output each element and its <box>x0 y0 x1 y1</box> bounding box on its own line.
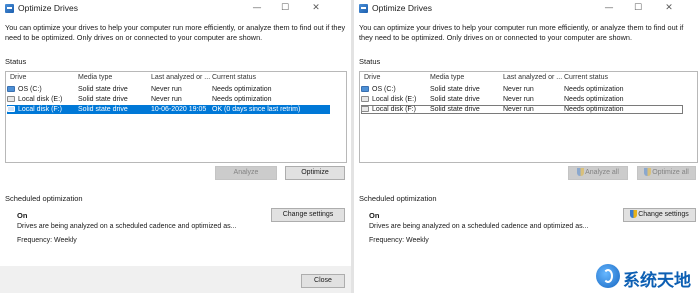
column-header-last-analyzed[interactable]: Last analyzed or ... <box>503 74 562 81</box>
media-type: Solid state drive <box>78 86 128 93</box>
drive-icon <box>361 106 369 112</box>
shield-icon <box>630 210 638 218</box>
optimize-button[interactable]: Optimize <box>285 166 345 180</box>
drive-name: Local disk (F:) <box>18 106 62 113</box>
drive-icon <box>7 96 15 102</box>
watermark-logo-icon <box>596 264 620 288</box>
maximize-button[interactable]: ☐ <box>272 1 298 15</box>
last-analyzed: 10-06-2020 19:05 <box>151 106 207 113</box>
analyze-all-button[interactable]: Analyze all <box>568 166 628 180</box>
column-header-current-status[interactable]: Current status <box>564 74 608 81</box>
description-text: You can optimize your drives to help you… <box>5 23 346 42</box>
current-status: Needs optimization <box>564 96 624 103</box>
drive-icon <box>7 106 15 112</box>
schedule-state: On <box>369 211 380 220</box>
change-settings-button[interactable]: Change settings <box>623 208 696 222</box>
drives-list-header: Drive Media type Last analyzed or ... Cu… <box>6 72 346 83</box>
site-watermark: 系统天地 <box>596 262 696 291</box>
analyze-all-label: Analyze all <box>585 169 619 176</box>
schedule-state: On <box>17 211 28 220</box>
drives-list-header: Drive Media type Last analyzed or ... Cu… <box>360 72 697 83</box>
minimize-button[interactable]: — <box>244 1 270 15</box>
frequency-text: Frequency: Weekly <box>17 237 77 244</box>
column-header-drive[interactable]: Drive <box>10 74 26 81</box>
close-window-button[interactable]: ✕ <box>303 1 329 15</box>
last-analyzed: Never run <box>151 96 182 103</box>
title-bar: Optimize Drives — ☐ ✕ <box>0 0 351 18</box>
change-settings-button[interactable]: Change settings <box>271 208 345 222</box>
drive-name: Local disk (E:) <box>18 96 63 103</box>
drive-icon <box>361 86 369 92</box>
media-type: Solid state drive <box>78 96 128 103</box>
column-header-media-type[interactable]: Media type <box>430 74 464 81</box>
current-status: Needs optimization <box>564 86 624 93</box>
current-status: Needs optimization <box>212 86 272 93</box>
drive-row-e[interactable]: Local disk (E:) Solid state drive Never … <box>361 95 683 104</box>
schedule-description: Drives are being analyzed on a scheduled… <box>17 223 237 230</box>
column-header-drive[interactable]: Drive <box>364 74 380 81</box>
last-analyzed: Never run <box>151 86 182 93</box>
minimize-button[interactable]: — <box>596 1 622 15</box>
scheduled-optimization-label: Scheduled optimization <box>5 194 83 203</box>
window-title: Optimize Drives <box>18 3 78 13</box>
drive-row-c[interactable]: OS (C:) Solid state drive Never run Need… <box>7 85 330 94</box>
scheduled-optimization-label: Scheduled optimization <box>359 194 437 203</box>
current-status: Needs optimization <box>564 106 624 113</box>
maximize-button[interactable]: ☐ <box>625 1 651 15</box>
drive-name: OS (C:) <box>18 86 42 93</box>
status-label: Status <box>359 57 381 66</box>
drives-list[interactable]: Drive Media type Last analyzed or ... Cu… <box>359 71 698 163</box>
last-analyzed: Never run <box>503 106 534 113</box>
window-title: Optimize Drives <box>372 3 432 13</box>
current-status: OK (0 days since last retrim) <box>212 106 301 113</box>
schedule-description: Drives are being analyzed on a scheduled… <box>369 223 589 230</box>
analyze-button[interactable]: Analyze <box>215 166 277 180</box>
media-type: Solid state drive <box>430 106 480 113</box>
last-analyzed: Never run <box>503 96 534 103</box>
drives-list[interactable]: Drive Media type Last analyzed or ... Cu… <box>5 71 347 163</box>
watermark-text: 系统天地 <box>623 271 691 291</box>
column-header-media-type[interactable]: Media type <box>78 74 112 81</box>
drive-row-c[interactable]: OS (C:) Solid state drive Never run Need… <box>361 85 683 94</box>
optimize-all-label: Optimize all <box>652 169 689 176</box>
optimize-drives-app-icon <box>5 4 14 13</box>
shield-icon <box>577 168 585 176</box>
drive-icon <box>7 86 15 92</box>
change-settings-label: Change settings <box>638 211 689 218</box>
optimize-drives-window-left: Optimize Drives — ☐ ✕ You can optimize y… <box>0 0 351 293</box>
column-header-last-analyzed[interactable]: Last analyzed or ... <box>151 74 210 81</box>
shield-icon <box>644 168 652 176</box>
dialog-footer: Close <box>0 266 351 293</box>
drive-row-f[interactable]: Local disk (F:) Solid state drive 10-06-… <box>7 105 330 114</box>
drive-icon <box>361 96 369 102</box>
optimize-drives-app-icon <box>359 4 368 13</box>
optimize-drives-window-right: Optimize Drives — ☐ ✕ You can optimize y… <box>354 0 700 293</box>
last-analyzed: Never run <box>503 86 534 93</box>
title-bar: Optimize Drives — ☐ ✕ <box>354 0 700 18</box>
media-type: Solid state drive <box>78 106 128 113</box>
media-type: Solid state drive <box>430 96 480 103</box>
drive-name: Local disk (F:) <box>372 106 416 113</box>
column-header-current-status[interactable]: Current status <box>212 74 256 81</box>
drive-row-e[interactable]: Local disk (E:) Solid state drive Never … <box>7 95 330 104</box>
drive-name: OS (C:) <box>372 86 396 93</box>
status-label: Status <box>5 57 27 66</box>
media-type: Solid state drive <box>430 86 480 93</box>
current-status: Needs optimization <box>212 96 272 103</box>
frequency-text: Frequency: Weekly <box>369 237 429 244</box>
drive-row-f[interactable]: Local disk (F:) Solid state drive Never … <box>361 105 683 114</box>
close-window-button[interactable]: ✕ <box>656 1 682 15</box>
optimize-all-button[interactable]: Optimize all <box>637 166 696 180</box>
close-button[interactable]: Close <box>301 274 345 288</box>
description-text: You can optimize your drives to help you… <box>359 23 684 42</box>
drive-name: Local disk (E:) <box>372 96 417 103</box>
